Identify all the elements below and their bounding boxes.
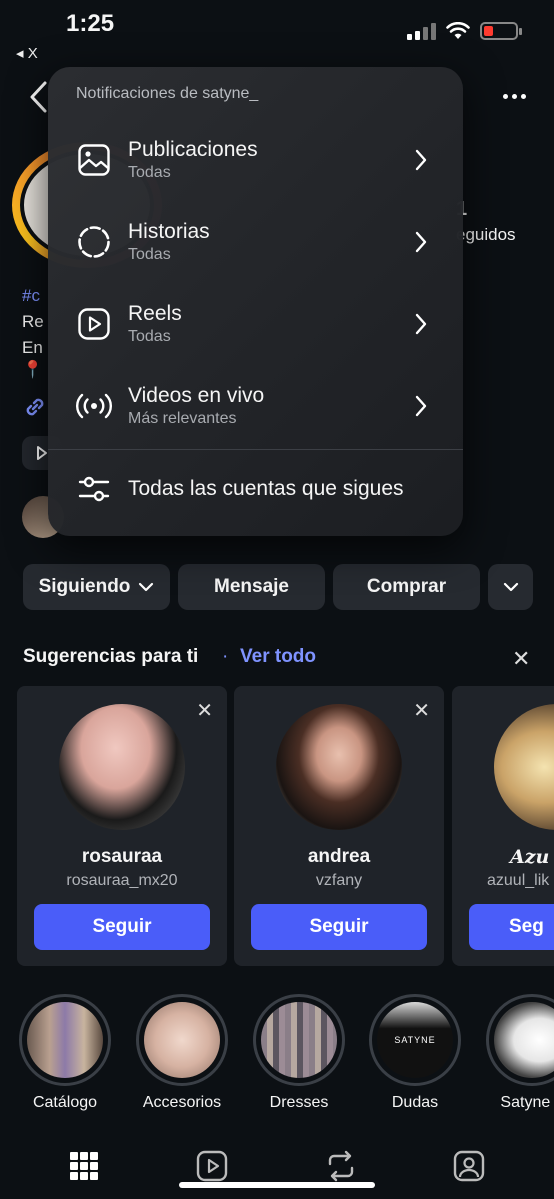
dismiss-icon[interactable]: ✕ xyxy=(413,698,430,723)
menu-item-sub: Todas xyxy=(128,246,171,263)
menu-item-sub: Todas xyxy=(128,328,171,345)
live-icon xyxy=(74,386,114,426)
highlight-label: Catálogo xyxy=(32,1094,98,1111)
menu-title: Notificaciones de satyne_ xyxy=(76,85,259,102)
highlight-dudas[interactable]: SATYNE Dudas xyxy=(369,994,461,1112)
status-time: 1:25 xyxy=(66,10,115,37)
close-suggestions-icon[interactable]: ✕ xyxy=(512,646,530,672)
menu-item-sub: Más relevantes xyxy=(128,410,237,427)
suggestion-username: vzfany xyxy=(315,872,363,889)
highlight-label: Dudas xyxy=(391,1094,439,1111)
highlight-label: Dresses xyxy=(269,1094,329,1111)
suggestion-name: rosauraa xyxy=(81,846,163,867)
suggestion-username: azuul_lik xyxy=(487,872,550,889)
menu-item-publicaciones[interactable]: Publicaciones Todas xyxy=(48,119,463,201)
chevron-right-icon xyxy=(409,148,433,172)
highlight-catalogo[interactable]: Catálogo xyxy=(19,994,111,1112)
chevron-right-icon xyxy=(409,312,433,336)
suggestion-name: andrea xyxy=(307,846,371,867)
bio-hashtag[interactable]: #c xyxy=(22,286,40,306)
tagged-icon[interactable] xyxy=(453,1150,485,1182)
suggestion-card[interactable]: ✕ andrea vzfany Seguir xyxy=(234,686,444,966)
highlight-cover xyxy=(144,1002,220,1078)
following-label[interactable]: eguidos xyxy=(456,225,516,245)
location-pin-icon: 📍 xyxy=(22,360,44,379)
suggested-accounts-button[interactable] xyxy=(488,564,533,610)
chevron-right-icon xyxy=(409,394,433,418)
menu-item-reels[interactable]: Reels Todas xyxy=(48,283,463,365)
highlight-dresses[interactable]: Dresses xyxy=(253,994,345,1112)
follow-button[interactable]: Seguir xyxy=(251,904,427,950)
menu-item-label: Todas las cuentas que sigues xyxy=(128,477,404,500)
highlight-cover-text: SATYNE xyxy=(394,1035,436,1045)
reels-icon xyxy=(74,304,114,344)
suggestion-avatar[interactable] xyxy=(276,704,402,830)
home-indicator[interactable] xyxy=(179,1182,375,1188)
highlight-cover xyxy=(261,1002,337,1078)
highlight-label: Satyne g xyxy=(500,1094,554,1111)
suggestions-title: Sugerencias para ti xyxy=(23,646,199,667)
following-button[interactable]: Siguiendo xyxy=(23,564,170,610)
suggestion-card[interactable]: ✕ rosauraa rosauraa_mx20 Seguir xyxy=(17,686,227,966)
suggestion-avatar[interactable] xyxy=(59,704,185,830)
menu-item-label: Videos en vivo xyxy=(128,384,265,407)
stories-icon xyxy=(74,222,114,262)
suggestion-avatar[interactable] xyxy=(494,704,554,830)
message-button[interactable]: Mensaje xyxy=(178,564,325,610)
highlight-cover xyxy=(494,1002,554,1078)
image-icon xyxy=(74,140,114,180)
menu-item-label: Publicaciones xyxy=(128,138,258,161)
profile-actions: Siguiendo Mensaje Comprar xyxy=(23,564,533,610)
link-icon[interactable] xyxy=(22,394,48,420)
sliders-icon xyxy=(74,469,114,509)
highlight-cover xyxy=(27,1002,103,1078)
back-to-app-link[interactable]: ◂ X xyxy=(16,44,38,62)
notifications-menu: Notificaciones de satyne_ Publicaciones … xyxy=(48,67,463,536)
bio-line-1: Re xyxy=(22,312,44,331)
highlight-satyne[interactable]: Satyne g xyxy=(486,994,554,1112)
highlight-label: Accesorios xyxy=(142,1094,222,1111)
shop-button[interactable]: Comprar xyxy=(333,564,480,610)
menu-item-all-accounts[interactable]: Todas las cuentas que sigues xyxy=(48,459,463,519)
back-chevron-icon[interactable] xyxy=(28,80,50,114)
chevron-right-icon xyxy=(409,230,433,254)
highlight-cover: SATYNE xyxy=(377,1002,453,1078)
chevron-down-icon xyxy=(139,582,154,592)
chevron-down-icon xyxy=(503,582,518,592)
grid-icon[interactable] xyxy=(69,1151,99,1181)
menu-item-historias[interactable]: Historias Todas xyxy=(48,201,463,283)
menu-item-label: Reels xyxy=(128,302,182,325)
menu-item-sub: Todas xyxy=(128,164,171,181)
following-label: Siguiendo xyxy=(38,576,131,597)
suggestions-separator: · xyxy=(222,646,229,667)
menu-divider xyxy=(48,449,463,450)
menu-item-label: Historias xyxy=(128,220,210,243)
wifi-icon xyxy=(446,22,470,39)
cellular-signal-icon xyxy=(407,22,436,40)
more-options-icon[interactable] xyxy=(503,94,526,99)
dismiss-icon[interactable]: ✕ xyxy=(196,698,213,723)
highlight-accesorios[interactable]: Accesorios xyxy=(136,994,228,1112)
battery-icon xyxy=(480,22,522,40)
suggestion-username: rosauraa_mx20 xyxy=(66,872,178,889)
follow-button[interactable]: Seg xyxy=(469,904,554,950)
suggestion-card[interactable]: Azu azuul_lik Seg xyxy=(452,686,554,966)
bio-line-2: En xyxy=(22,338,43,357)
follow-button[interactable]: Seguir xyxy=(34,904,210,950)
reposts-icon[interactable] xyxy=(326,1150,356,1182)
see-all-link[interactable]: Ver todo xyxy=(240,646,316,668)
reels-icon[interactable] xyxy=(196,1150,228,1182)
status-icons xyxy=(407,22,522,40)
suggestion-name: Azu xyxy=(510,846,550,868)
menu-item-videos-en-vivo[interactable]: Videos en vivo Más relevantes xyxy=(48,365,463,447)
